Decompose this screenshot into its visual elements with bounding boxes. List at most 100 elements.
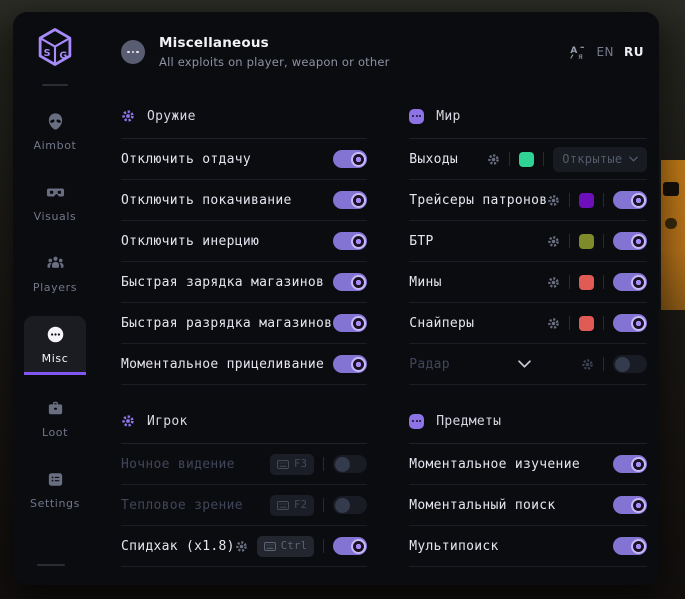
row-multi-search: Мультипоиск xyxy=(409,526,647,567)
toggle-switch[interactable] xyxy=(333,150,367,168)
color-swatch[interactable] xyxy=(579,193,594,208)
list-card-icon xyxy=(46,470,65,489)
toggle-knob xyxy=(351,275,366,290)
hotkey-badge[interactable]: Ctrl xyxy=(257,536,315,557)
svg-text:A: A xyxy=(571,45,578,55)
svg-text:G: G xyxy=(59,50,67,61)
lang-en-button[interactable]: EN xyxy=(596,45,614,59)
toggle-switch[interactable] xyxy=(613,273,647,291)
gear-icon[interactable] xyxy=(487,153,500,166)
row-no-sway: Отключить покачивание xyxy=(121,180,367,221)
hotkey-badge[interactable]: F3 xyxy=(270,454,314,475)
svg-text:S: S xyxy=(44,48,51,59)
briefcase-icon xyxy=(46,399,65,418)
sidebar-item-loot[interactable]: Loot xyxy=(24,390,86,446)
gear-icon[interactable] xyxy=(547,194,560,207)
row-speedhack: Спидхак (x1.8) Ctrl xyxy=(121,526,367,567)
toggle-switch[interactable] xyxy=(333,314,367,332)
toggle-switch[interactable] xyxy=(333,355,367,373)
chevron-down-icon xyxy=(629,156,638,162)
toggle-switch[interactable] xyxy=(333,537,367,555)
sidebar-item-label: Loot xyxy=(42,426,68,439)
sidebar-item-players[interactable]: Players xyxy=(24,245,86,301)
toggle-switch[interactable] xyxy=(613,355,647,373)
toggle-knob xyxy=(631,275,646,290)
gear-icon[interactable] xyxy=(547,317,560,330)
toggle-switch[interactable] xyxy=(333,273,367,291)
color-swatch[interactable] xyxy=(579,316,594,331)
toggle-switch[interactable] xyxy=(613,232,647,250)
toggle-knob xyxy=(631,539,646,554)
ellipsis-circle-icon xyxy=(46,325,65,344)
page-header: Miscellaneous All exploits on player, we… xyxy=(121,12,644,84)
main-area: Miscellaneous All exploits on player, we… xyxy=(97,12,659,585)
color-swatch[interactable] xyxy=(579,234,594,249)
toggle-knob xyxy=(631,193,646,208)
sidebar-divider xyxy=(42,84,68,86)
chevron-down-icon[interactable] xyxy=(518,360,531,368)
toggle-switch[interactable] xyxy=(613,455,647,473)
toggle-switch[interactable] xyxy=(333,232,367,250)
row-no-inertia: Отключить инерцию xyxy=(121,221,367,262)
left-column: Оружие Отключить отдачу Отключить покачи… xyxy=(121,84,367,567)
toggle-knob xyxy=(351,152,366,167)
row-night-vision: Ночное видение F3 xyxy=(121,444,367,485)
vr-goggles-icon xyxy=(46,183,65,202)
row-no-recoil: Отключить отдачу xyxy=(121,139,367,180)
screen: S G Aimbot Visuals xyxy=(0,0,685,599)
sidebar-item-label: Misc xyxy=(42,352,69,365)
sidebar-bottom-divider xyxy=(37,564,65,566)
sidebar-item-label: Settings xyxy=(30,497,80,510)
sidebar-item-label: Aimbot xyxy=(34,139,77,152)
svg-text:я: я xyxy=(578,52,583,61)
row-instant-ads: Моментальное прицеливание xyxy=(121,344,367,385)
toggle-knob xyxy=(631,234,646,249)
row-snipers: Снайперы xyxy=(409,303,647,344)
sidebar-item-visuals[interactable]: Visuals xyxy=(24,174,86,230)
toggle-switch[interactable] xyxy=(333,496,367,514)
content-grid: Оружие Отключить отдачу Отключить покачи… xyxy=(121,84,644,585)
hotkey-badge[interactable]: F2 xyxy=(270,495,314,516)
page-subtitle: All exploits on player, weapon or other xyxy=(159,55,390,69)
section-weapon-header: Оружие xyxy=(121,106,367,126)
sidebar-item-misc[interactable]: Misc xyxy=(24,316,86,375)
toggle-knob xyxy=(351,193,366,208)
alien-icon xyxy=(46,112,65,131)
section-title: Игрок xyxy=(147,414,188,429)
lang-ru-button[interactable]: RU xyxy=(624,45,644,59)
row-thermal-vision: Тепловое зрение F2 xyxy=(121,485,367,526)
section-player-header: Игрок xyxy=(121,411,367,431)
gear-icon xyxy=(121,109,135,123)
color-swatch[interactable] xyxy=(579,275,594,290)
sidebar-item-aimbot[interactable]: Aimbot xyxy=(24,103,86,159)
row-fast-reload: Быстрая зарядка магазинов xyxy=(121,262,367,303)
toggle-switch[interactable] xyxy=(333,455,367,473)
exits-dropdown[interactable]: Открытые xyxy=(553,147,647,172)
sidebar: S G Aimbot Visuals xyxy=(13,12,97,585)
section-title: Мир xyxy=(436,109,460,124)
gear-icon[interactable] xyxy=(581,358,594,371)
section-items-header: Предметы xyxy=(409,411,647,431)
toggle-knob xyxy=(351,539,366,554)
gear-icon[interactable] xyxy=(547,235,560,248)
toggle-switch[interactable] xyxy=(613,314,647,332)
misc-ellipsis-icon xyxy=(121,40,145,64)
toggle-knob xyxy=(631,457,646,472)
sidebar-item-label: Visuals xyxy=(34,210,77,223)
toggle-switch[interactable] xyxy=(613,191,647,209)
toggle-knob xyxy=(631,316,646,331)
row-instant-examine: Моментальное изучение xyxy=(409,444,647,485)
sidebar-item-settings[interactable]: Settings xyxy=(24,461,86,517)
keyboard-icon xyxy=(277,460,289,469)
toggle-switch[interactable] xyxy=(333,191,367,209)
ellipsis-badge-icon xyxy=(409,109,424,124)
gear-icon xyxy=(121,414,135,428)
color-swatch[interactable] xyxy=(519,152,534,167)
cheat-menu-panel: S G Aimbot Visuals xyxy=(13,12,659,585)
section-title: Предметы xyxy=(436,414,501,429)
gear-icon[interactable] xyxy=(547,276,560,289)
toggle-switch[interactable] xyxy=(613,537,647,555)
toggle-switch[interactable] xyxy=(613,496,647,514)
gear-icon[interactable] xyxy=(235,540,248,553)
section-title: Оружие xyxy=(147,109,196,124)
